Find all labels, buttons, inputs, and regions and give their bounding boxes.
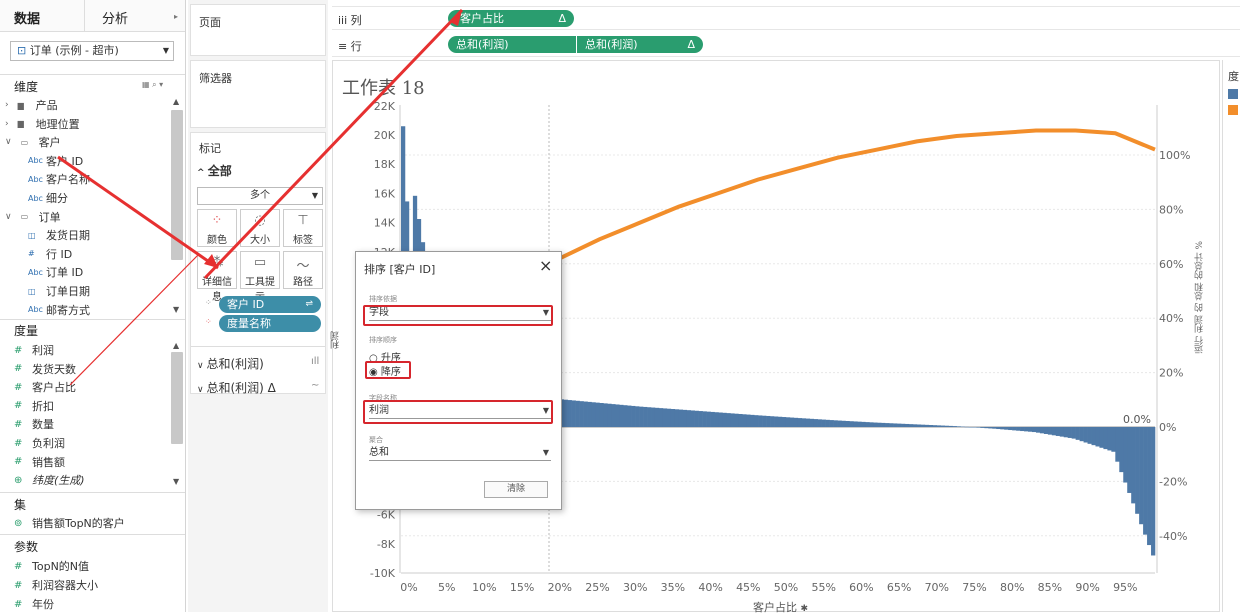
sort-dialog: 排序 [客户 ID] × 排序依据 字段 ▼ 排序顺序 ○ 升序 ◉ 降序 字段名… (355, 251, 562, 510)
chevron-down-icon: ▼ (542, 448, 549, 457)
close-icon[interactable]: × (539, 256, 552, 275)
annotation-overlay (57, 8, 464, 386)
dialog-title: 排序 [客户 ID] (364, 263, 436, 276)
highlight-box (363, 400, 553, 424)
highlight-box (365, 361, 411, 379)
arrow-head (450, 10, 462, 26)
highlight-box (363, 305, 553, 326)
aggregation-select[interactable]: 总和 ▼ (369, 445, 551, 461)
aggregation-label: 聚合 (369, 436, 383, 444)
sort-by-label: 排序依据 (369, 295, 397, 303)
annotation-arrow (203, 8, 464, 280)
sort-order-label: 排序顺序 (369, 336, 397, 344)
annotation-arrow (57, 155, 219, 270)
clear-button[interactable]: 清除 (484, 481, 548, 498)
annotation-line (69, 254, 199, 386)
